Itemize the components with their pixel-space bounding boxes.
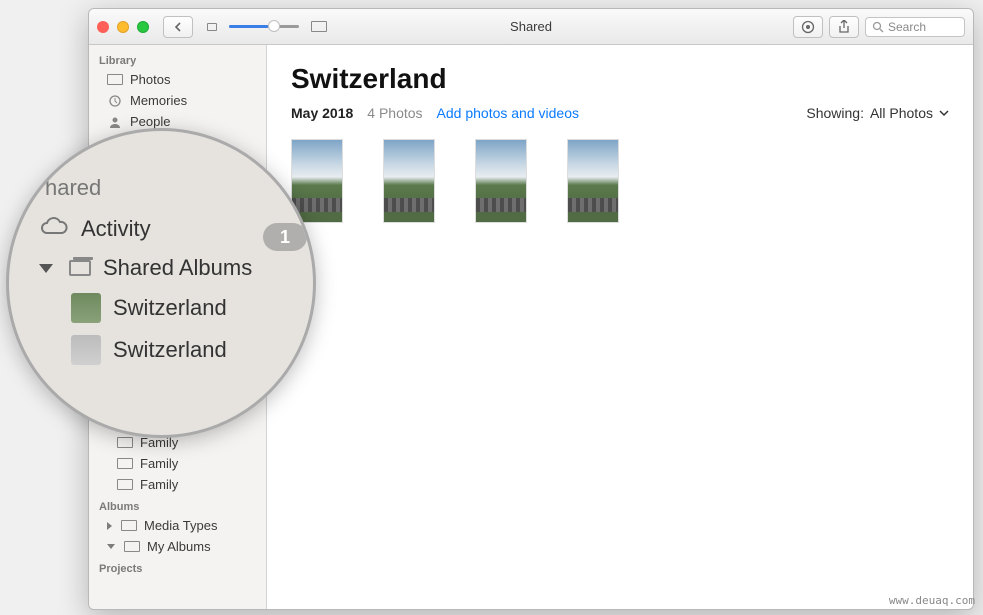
sidebar-item-family[interactable]: Family (89, 474, 266, 495)
thumb-small-icon (207, 23, 217, 31)
mag-item-switzerland[interactable]: Switzerland (21, 329, 301, 371)
zoom-control[interactable] (207, 21, 327, 32)
magnifier-overlay: 1 hared Activity Shared Albums Switzerla… (6, 128, 316, 438)
toolbar-right: Search (793, 16, 965, 38)
zoom-slider[interactable] (229, 25, 299, 28)
showing-filter[interactable]: Showing: All Photos (806, 105, 949, 121)
albums-icon (69, 260, 91, 276)
album-meta: May 2018 4 Photos Add photos and videos … (291, 105, 949, 121)
sidebar-section-projects: Projects (89, 557, 266, 577)
window-controls (97, 21, 149, 33)
search-placeholder: Search (888, 20, 926, 34)
info-button[interactable] (793, 16, 823, 38)
activity-badge: 1 (263, 223, 307, 251)
album-thumb-icon (71, 335, 101, 365)
minimize-icon[interactable] (117, 21, 129, 33)
photo-thumbnail[interactable] (567, 139, 619, 223)
mag-item-switzerland[interactable]: Switzerland (21, 287, 301, 329)
sidebar-section-library: Library (89, 49, 266, 69)
thumb-large-icon (311, 21, 327, 32)
album-icon (117, 437, 133, 448)
people-icon (107, 116, 123, 128)
mag-item-shared-albums[interactable]: Shared Albums (21, 249, 301, 287)
album-icon (124, 541, 140, 552)
chevron-down-icon (939, 109, 949, 117)
sidebar-item-mediatypes[interactable]: Media Types (89, 515, 266, 536)
photo-thumbnail[interactable] (475, 139, 527, 223)
search-icon (872, 21, 884, 33)
sidebar-section-albums: Albums (89, 495, 266, 515)
search-field[interactable]: Search (865, 17, 965, 37)
mag-section-shared: hared (21, 171, 301, 209)
memories-icon (107, 95, 123, 107)
mag-item-activity[interactable]: Activity (21, 209, 301, 249)
photo-thumbnail[interactable] (383, 139, 435, 223)
photo-grid (291, 139, 949, 223)
photos-icon (107, 74, 123, 85)
close-icon[interactable] (97, 21, 109, 33)
main-content: Switzerland May 2018 4 Photos Add photos… (267, 45, 973, 609)
sidebar-item-myalbums[interactable]: My Albums (89, 536, 266, 557)
chevron-right-icon (107, 522, 112, 530)
share-button[interactable] (829, 16, 859, 38)
window-title: Shared (510, 19, 552, 34)
photo-thumbnail[interactable] (291, 139, 343, 223)
watermark: www.deuaq.com (889, 594, 975, 607)
zoom-icon[interactable] (137, 21, 149, 33)
album-icon (121, 520, 137, 531)
back-button[interactable] (163, 16, 193, 38)
sidebar-item-memories[interactable]: Memories (89, 90, 266, 111)
photo-count: 4 Photos (367, 105, 422, 121)
album-icon (117, 479, 133, 490)
album-thumb-icon (71, 293, 101, 323)
album-icon (117, 458, 133, 469)
album-date: May 2018 (291, 105, 353, 121)
cloud-icon (39, 215, 69, 243)
sidebar-item-family[interactable]: Family (89, 453, 266, 474)
album-title: Switzerland (291, 63, 949, 95)
chevron-down-icon (107, 544, 115, 549)
toolbar-nav (163, 16, 193, 38)
sidebar-item-photos[interactable]: Photos (89, 69, 266, 90)
titlebar: Shared Search (89, 9, 973, 45)
chevron-down-icon (39, 264, 53, 273)
add-photos-link[interactable]: Add photos and videos (437, 105, 579, 121)
